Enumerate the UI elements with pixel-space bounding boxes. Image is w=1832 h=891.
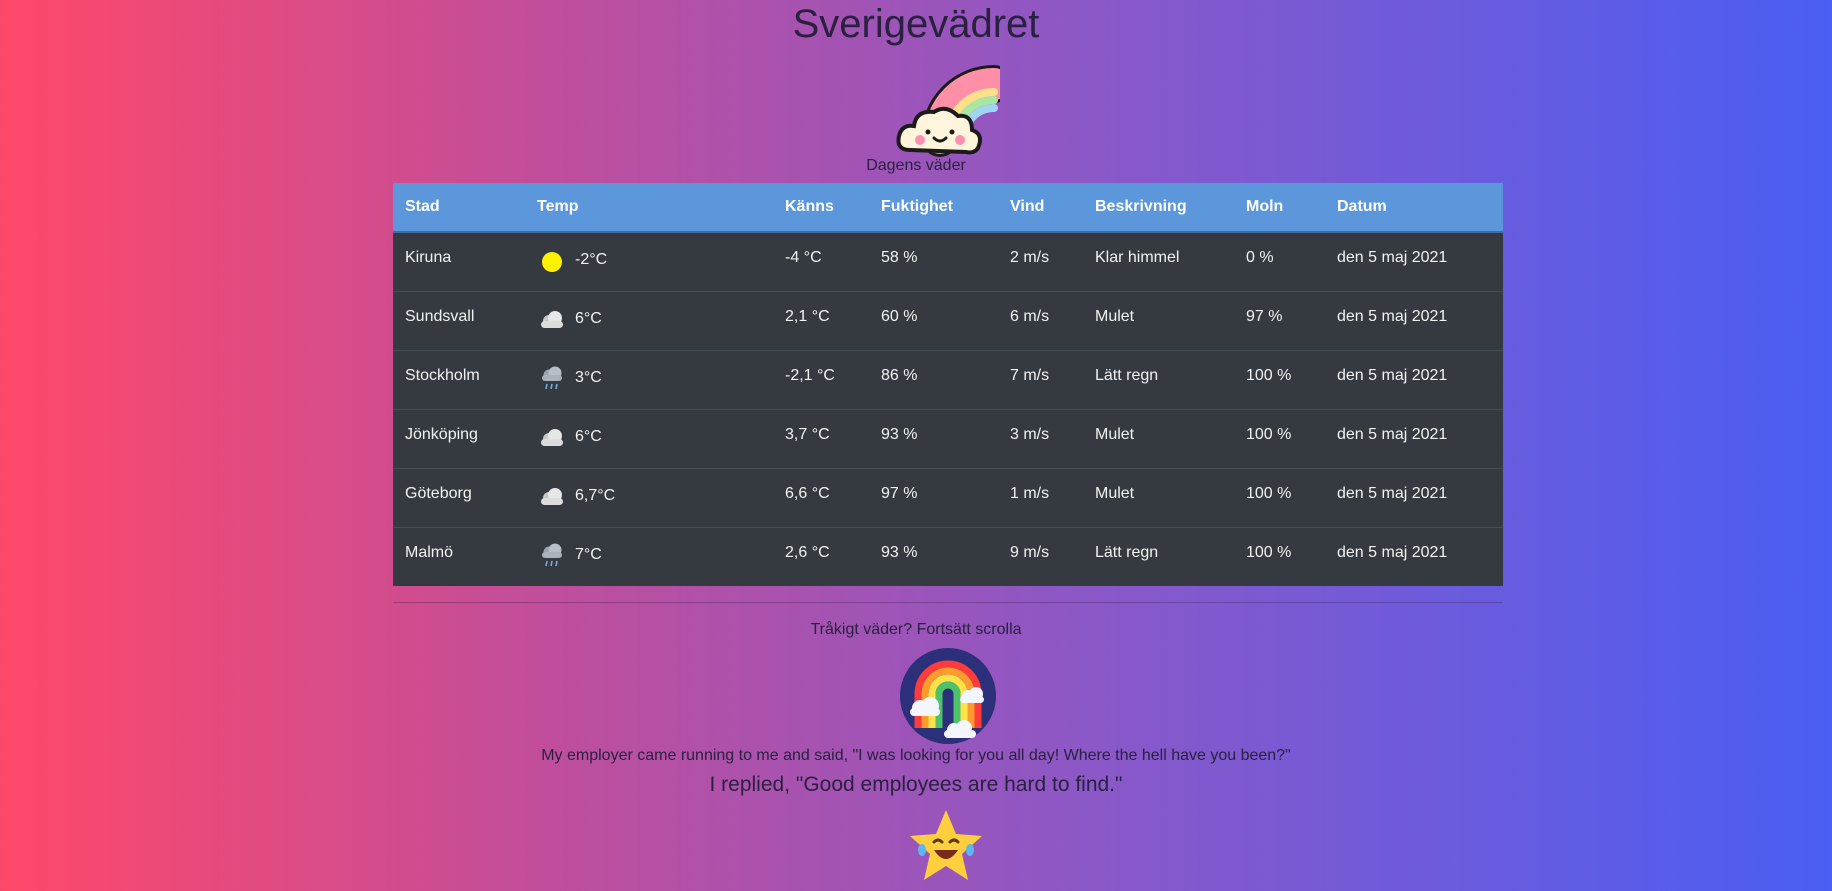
description-cell: Lätt regn [1083,349,1234,409]
temp-value: 7°C [575,545,602,563]
wind-cell: 1 m/s [998,467,1083,527]
temp-value: 6°C [575,427,602,445]
clouds-cell: 100 % [1234,408,1325,468]
table-row: Sundsvall 6°C 2,1 °C 60 % 6 m/s Mulet 97… [393,290,1503,350]
table-row: Göteborg 6,7°C 6,6 °C 97 % 1 m/s Mulet 1… [393,467,1503,527]
temp-value: 6,7°C [575,486,616,504]
cloud-icon [537,483,567,509]
weather-table: Stad Temp Känns Fuktighet Vind Beskrivni… [393,183,1503,586]
description-cell: Mulet [1083,467,1234,527]
feels-cell: 3,7 °C [773,408,869,468]
humidity-cell: 60 % [869,290,998,350]
wind-cell: 9 m/s [998,526,1083,586]
humidity-cell: 93 % [869,408,998,468]
cloud-icon [537,424,567,450]
wind-cell: 7 m/s [998,349,1083,409]
date-cell: den 5 maj 2021 [1325,467,1503,527]
city-cell: Göteborg [393,467,525,527]
table-row: Kiruna -2°C -4 °C 58 % 2 m/s Klar himmel… [393,231,1503,291]
date-cell: den 5 maj 2021 [1325,526,1503,586]
date-cell: den 5 maj 2021 [1325,290,1503,350]
feels-cell: 2,6 °C [773,526,869,586]
col-header-humidity: Fuktighet [869,183,998,233]
col-header-description: Beskrivning [1083,183,1234,233]
wind-cell: 3 m/s [998,408,1083,468]
joke-question: My employer came running to me and said,… [541,747,1291,764]
city-cell: Jönköping [393,408,525,468]
city-cell: Kiruna [393,231,525,291]
col-header-wind: Vind [998,183,1083,233]
col-header-feels: Känns [773,183,869,233]
feels-cell: -2,1 °C [773,349,869,409]
col-header-temp: Temp [525,183,773,233]
laughing-star-icon [906,806,986,886]
cloud-icon [537,306,567,332]
divider [393,602,1503,603]
wind-cell: 6 m/s [998,290,1083,350]
city-cell: Malmö [393,526,525,586]
rainbow-cloud-logo-icon [896,54,1013,158]
weather-table-container: Stad Temp Känns Fuktighet Vind Beskrivni… [393,183,1503,586]
clouds-cell: 97 % [1234,290,1325,350]
feels-cell: 6,6 °C [773,467,869,527]
joke-answer: I replied, "Good employees are hard to f… [709,773,1123,796]
temp-value: 6°C [575,309,602,327]
rain-cloud-icon [537,365,567,391]
wind-cell: 2 m/s [998,231,1083,291]
rainbow-circle-icon [898,646,998,746]
temp-value: -2°C [575,251,608,268]
humidity-cell: 86 % [869,349,998,409]
date-cell: den 5 maj 2021 [1325,231,1503,291]
page-title: Sverigevädret [792,2,1040,46]
humidity-cell: 97 % [869,467,998,527]
description-cell: Mulet [1083,290,1234,350]
col-header-date: Datum [1325,183,1503,233]
city-cell: Stockholm [393,349,525,409]
description-cell: Lätt regn [1083,526,1234,586]
date-cell: den 5 maj 2021 [1325,349,1503,409]
table-row: Jönköping 6°C 3,7 °C 93 % 3 m/s Mulet 10… [393,408,1503,468]
description-cell: Klar himmel [1083,231,1234,291]
date-cell: den 5 maj 2021 [1325,408,1503,468]
humidity-cell: 58 % [869,231,998,291]
table-row: Stockholm 3°C -2,1 °C 86 % 7 m/s Lätt re… [393,349,1503,409]
col-header-city: Stad [393,183,525,233]
city-cell: Sundsvall [393,290,525,350]
clouds-cell: 100 % [1234,526,1325,586]
temp-value: 3°C [575,368,602,386]
humidity-cell: 93 % [869,526,998,586]
clouds-cell: 100 % [1234,467,1325,527]
feels-cell: 2,1 °C [773,290,869,350]
clouds-cell: 0 % [1234,231,1325,291]
sun-icon [537,247,567,273]
table-row: Malmö 7°C 2,6 °C 93 % 9 m/s Lätt regn 10… [393,526,1503,586]
col-header-clouds: Moln [1234,183,1325,233]
table-header-row: Stad Temp Känns Fuktighet Vind Beskrivni… [393,183,1503,233]
description-cell: Mulet [1083,408,1234,468]
scroll-hint: Tråkigt väder? Fortsätt scrolla [810,621,1022,638]
subtitle: Dagens väder [866,157,966,174]
clouds-cell: 100 % [1234,349,1325,409]
rain-cloud-icon [537,542,567,568]
feels-cell: -4 °C [773,231,869,291]
